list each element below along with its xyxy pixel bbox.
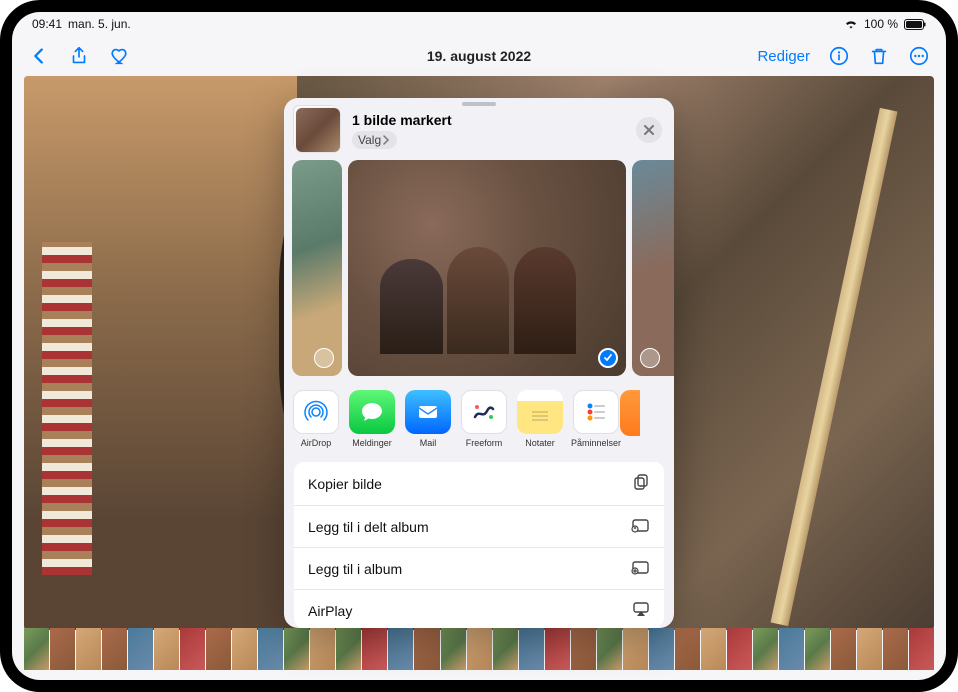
- share-header: 1 bilde markert Valg: [284, 98, 674, 160]
- action-add-album[interactable]: Legg til i album: [294, 548, 664, 590]
- reminders-icon: [573, 390, 619, 435]
- status-date: man. 5. jun.: [68, 17, 131, 31]
- share-photo-selected[interactable]: [348, 160, 626, 376]
- thumbnail[interactable]: [493, 628, 518, 670]
- unselected-badge-icon: [640, 348, 660, 368]
- action-copy-photo[interactable]: Kopier bilde: [294, 462, 664, 506]
- thumbnail[interactable]: [519, 628, 544, 670]
- airplay-icon: [632, 601, 650, 620]
- thumbnail[interactable]: [571, 628, 596, 670]
- thumbnail[interactable]: [545, 628, 570, 670]
- thumbnail[interactable]: [701, 628, 726, 670]
- thumbnail[interactable]: [857, 628, 882, 670]
- thumbnail[interactable]: [727, 628, 752, 670]
- thumbnail-strip[interactable]: [24, 628, 934, 670]
- thumbnail[interactable]: [883, 628, 908, 670]
- app-notes[interactable]: Notater: [512, 390, 568, 449]
- share-actions-list: Kopier bilde Legg til i delt album Legg …: [294, 462, 664, 628]
- thumbnail[interactable]: [909, 628, 934, 670]
- app-freeform[interactable]: Freeform: [456, 390, 512, 449]
- app-airdrop[interactable]: AirDrop: [288, 390, 344, 449]
- notes-icon: [517, 390, 563, 435]
- app-mail[interactable]: Mail: [400, 390, 456, 449]
- thumbnail[interactable]: [128, 628, 153, 670]
- album-add-icon: [630, 559, 650, 578]
- screen: 09:41 man. 5. jun. 100 %: [12, 12, 946, 680]
- thumbnail[interactable]: [388, 628, 413, 670]
- copy-icon: [632, 473, 650, 494]
- action-label: Legg til i album: [308, 561, 402, 577]
- thumbnail[interactable]: [753, 628, 778, 670]
- share-photo-prev[interactable]: [292, 160, 342, 376]
- thumbnail[interactable]: [779, 628, 804, 670]
- thumbnail[interactable]: [50, 628, 75, 670]
- action-label: Kopier bilde: [308, 476, 382, 492]
- app-label: Freeform: [466, 438, 503, 448]
- action-label: AirPlay: [308, 603, 352, 619]
- battery-icon: [904, 19, 926, 30]
- share-close-button[interactable]: [636, 117, 662, 143]
- app-messages[interactable]: Meldinger: [344, 390, 400, 449]
- thumbnail[interactable]: [597, 628, 622, 670]
- thumbnail[interactable]: [284, 628, 309, 670]
- messages-icon: [349, 390, 395, 435]
- unselected-badge-icon: [314, 348, 334, 368]
- app-more[interactable]: [620, 390, 640, 449]
- action-airplay[interactable]: AirPlay: [294, 590, 664, 628]
- share-options-button[interactable]: Valg: [352, 131, 397, 149]
- photo-date-title: 19. august 2022: [12, 48, 946, 64]
- share-header-thumbnail: [296, 108, 340, 152]
- thumbnail[interactable]: [24, 628, 49, 670]
- mail-icon: [405, 390, 451, 435]
- freeform-icon: [461, 390, 507, 435]
- toolbar: 19. august 2022 Rediger: [12, 36, 946, 76]
- thumbnail[interactable]: [232, 628, 257, 670]
- app-label: Mail: [420, 438, 437, 448]
- status-bar: 09:41 man. 5. jun. 100 %: [12, 12, 946, 36]
- action-add-shared-album[interactable]: Legg til i delt album: [294, 506, 664, 548]
- share-sheet: 1 bilde markert Valg: [284, 98, 674, 628]
- thumbnail[interactable]: [623, 628, 648, 670]
- thumbnail[interactable]: [362, 628, 387, 670]
- action-label: Legg til i delt album: [308, 519, 429, 535]
- app-label: Notater: [525, 438, 555, 448]
- thumbnail[interactable]: [180, 628, 205, 670]
- thumbnail[interactable]: [831, 628, 856, 670]
- airdrop-icon: [293, 390, 339, 435]
- thumbnail[interactable]: [649, 628, 674, 670]
- share-options-label: Valg: [358, 133, 381, 147]
- thumbnail[interactable]: [258, 628, 283, 670]
- app-more-icon: [620, 390, 640, 436]
- thumbnail[interactable]: [76, 628, 101, 670]
- thumbnail[interactable]: [414, 628, 439, 670]
- battery-percent: 100 %: [864, 17, 898, 31]
- share-title: 1 bilde markert: [352, 112, 636, 128]
- share-photo-strip[interactable]: [284, 160, 674, 376]
- thumbnail[interactable]: [675, 628, 700, 670]
- thumbnail[interactable]: [336, 628, 361, 670]
- thumbnail[interactable]: [467, 628, 492, 670]
- thumbnail[interactable]: [805, 628, 830, 670]
- device-frame: 09:41 man. 5. jun. 100 %: [0, 0, 958, 692]
- app-label: Meldinger: [352, 438, 392, 448]
- app-label: AirDrop: [301, 438, 332, 448]
- selected-checkmark-icon: [598, 348, 618, 368]
- thumbnail[interactable]: [102, 628, 127, 670]
- share-apps-row: AirDrop Meldinger Mail: [284, 376, 674, 457]
- shared-album-icon: [630, 517, 650, 536]
- thumbnail[interactable]: [441, 628, 466, 670]
- thumbnail[interactable]: [154, 628, 179, 670]
- thumbnail[interactable]: [206, 628, 231, 670]
- app-label: Påminnelser: [571, 438, 621, 448]
- status-time: 09:41: [32, 17, 62, 31]
- sheet-grabber[interactable]: [462, 102, 496, 106]
- app-reminders[interactable]: Påminnelser: [568, 390, 624, 449]
- thumbnail[interactable]: [310, 628, 335, 670]
- wifi-icon: [844, 19, 858, 29]
- share-photo-next[interactable]: [632, 160, 674, 376]
